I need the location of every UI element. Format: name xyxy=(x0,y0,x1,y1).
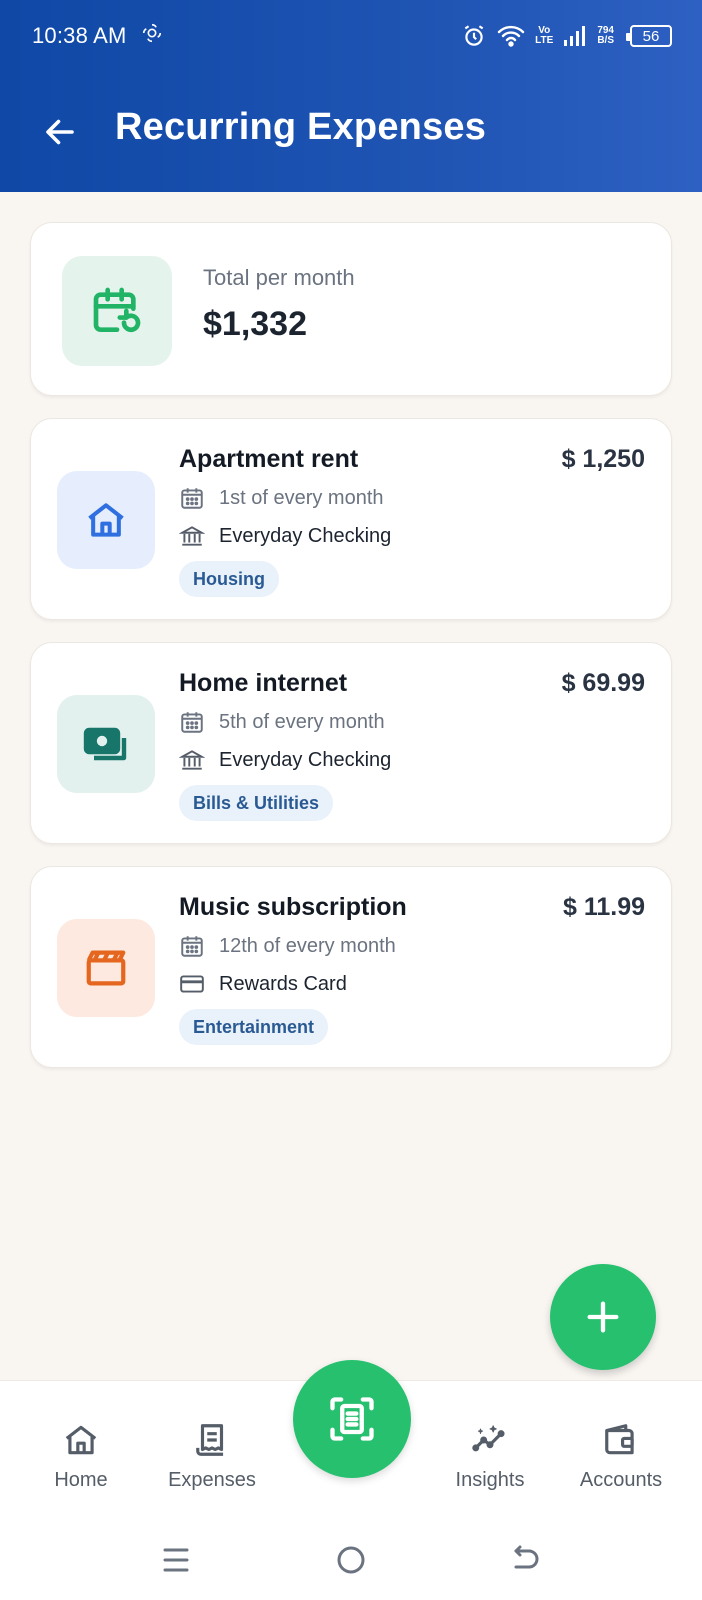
total-icon-container xyxy=(62,256,172,366)
expense-schedule: 5th of every month xyxy=(179,709,385,735)
bank-icon xyxy=(179,526,205,546)
wallet-icon xyxy=(605,1424,634,1455)
insights-icon xyxy=(472,1425,505,1452)
system-menu-button[interactable] xyxy=(156,1542,196,1578)
status-bar: 10:38 AM Vo LTE 794 B/S 56 xyxy=(0,0,702,72)
clapperboard-icon xyxy=(86,950,126,986)
nav-label: Insights xyxy=(455,1469,525,1491)
nav-item-insights[interactable]: Insights xyxy=(430,1421,550,1492)
category-tag: Bills & Utilities xyxy=(179,785,334,821)
expense-schedule: 12th of every month xyxy=(179,933,396,959)
nav-item-accounts[interactable]: Accounts xyxy=(561,1421,681,1492)
status-time: 10:38 AM xyxy=(32,23,127,48)
app-notification-icon xyxy=(141,22,163,50)
scan-receipt-icon xyxy=(330,1397,374,1441)
plus-icon xyxy=(587,1301,619,1333)
cash-icon xyxy=(83,727,127,761)
expense-account: Everyday Checking xyxy=(179,747,391,773)
home-icon xyxy=(65,1425,97,1455)
wifi-icon xyxy=(497,24,525,48)
add-expense-button[interactable] xyxy=(550,1264,656,1370)
home-icon xyxy=(88,503,124,537)
category-tag: Housing xyxy=(179,561,279,597)
total-summary-card: Total per month $1,332 xyxy=(30,222,672,396)
system-navigation xyxy=(0,1520,702,1600)
network-speed: 794 B/S xyxy=(597,25,614,46)
expense-amount: $ 11.99 xyxy=(562,893,645,921)
expense-icon-container xyxy=(57,471,155,569)
expense-card[interactable]: Music subscription $ 11.99 12th of every… xyxy=(30,866,672,1068)
nav-label: Home xyxy=(54,1469,108,1491)
home-circle-icon xyxy=(337,1546,365,1574)
calendar-icon xyxy=(181,936,203,957)
battery-indicator: 56 xyxy=(626,25,672,47)
calendar-repeat-icon xyxy=(93,287,141,333)
credit-card-icon xyxy=(180,975,204,993)
expense-amount: $ 1,250 xyxy=(561,445,645,473)
scan-receipt-button[interactable] xyxy=(293,1360,411,1478)
calendar-icon xyxy=(181,488,203,509)
total-label: Total per month xyxy=(203,265,355,290)
expense-name: Apartment rent xyxy=(179,445,359,473)
volte-indicator: Vo LTE xyxy=(535,25,554,46)
receipt-icon xyxy=(196,1424,224,1456)
expense-amount: $ 69.99 xyxy=(561,669,645,697)
nav-label: Accounts xyxy=(579,1469,663,1491)
calendar-icon xyxy=(181,712,203,733)
expense-icon-container xyxy=(57,919,155,1017)
nav-item-expenses[interactable]: Expenses xyxy=(152,1421,272,1492)
nav-item-home[interactable]: Home xyxy=(21,1421,141,1492)
expense-schedule: 1st of every month xyxy=(179,485,384,511)
app-header: 10:38 AM Vo LTE 794 B/S 56 Recurring Exp… xyxy=(0,0,702,192)
menu-icon xyxy=(163,1548,189,1572)
title-bar: Recurring Expenses xyxy=(0,92,702,170)
expense-name: Music subscription xyxy=(179,893,407,921)
total-value: $1,332 xyxy=(203,305,307,343)
expense-name: Home internet xyxy=(179,669,348,697)
bank-icon xyxy=(179,750,205,770)
arrow-left-icon xyxy=(46,119,74,145)
expense-account: Everyday Checking xyxy=(179,523,391,549)
expense-account: Rewards Card xyxy=(179,971,347,997)
alarm-icon xyxy=(461,23,487,49)
system-back-button[interactable] xyxy=(506,1542,546,1578)
system-home-button[interactable] xyxy=(331,1542,371,1578)
expense-icon-container xyxy=(57,695,155,793)
signal-icon xyxy=(563,25,587,47)
nav-label: Expenses xyxy=(168,1469,256,1491)
page-title: Recurring Expenses xyxy=(115,106,487,148)
category-tag: Entertainment xyxy=(179,1009,329,1045)
expense-card[interactable]: Apartment rent $ 1,250 1st of every mont… xyxy=(30,418,672,620)
back-button[interactable] xyxy=(40,112,80,152)
back-icon xyxy=(514,1545,539,1569)
expense-card[interactable]: Home internet $ 69.99 5th of every month… xyxy=(30,642,672,844)
